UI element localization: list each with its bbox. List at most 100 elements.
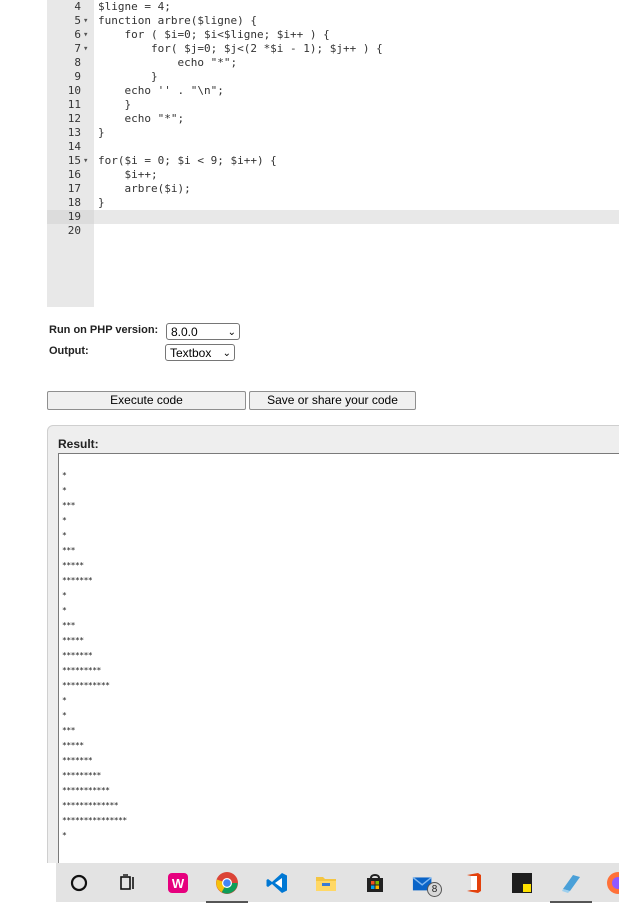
- code-line: 10 echo '' . "\n";: [47, 84, 619, 98]
- result-panel: Result: * * *** * * *** ***** ******* * * *** *****…: [47, 425, 619, 875]
- wampserver-icon[interactable]: W: [166, 871, 190, 895]
- code-line: 15 ▾ for($i = 0; $i < 9; $i++) {: [47, 154, 619, 168]
- output-line: *******: [62, 651, 93, 660]
- code-text: for ( $i=0; $i<$ligne; $i++ ) {: [98, 28, 330, 41]
- code-line: 19: [47, 210, 619, 224]
- output-line: ***: [62, 621, 75, 630]
- line-number: 20: [67, 224, 81, 237]
- output-line: *: [62, 831, 67, 840]
- code-line: 7 ▾ for( $j=0; $j<(2 *$i - 1); $j++ ) {: [47, 42, 619, 56]
- output-line: *****: [62, 741, 84, 750]
- result-title: Result:: [58, 437, 99, 451]
- output-line: *****: [62, 561, 84, 570]
- active-line-highlight: [94, 210, 619, 224]
- line-number: 13: [67, 126, 81, 139]
- fold-toggle-icon[interactable]: ▾: [83, 14, 93, 28]
- code-text: }: [98, 126, 105, 139]
- output-line: *: [62, 591, 67, 600]
- code-text: }: [98, 196, 105, 209]
- mail-badge-count: 8: [427, 882, 442, 897]
- output-line: *: [62, 711, 67, 720]
- sticky-notes-icon[interactable]: [510, 871, 534, 895]
- taskbar-search-area[interactable]: [0, 863, 56, 902]
- code-text: function arbre($ligne) {: [98, 14, 257, 27]
- line-number: 15: [67, 154, 81, 167]
- code-editor[interactable]: 4 $ligne = 4; 5 ▾ function arbre($ligne) {6 ▾…: [47, 0, 619, 307]
- output-line: *: [62, 516, 67, 525]
- line-number: 5: [74, 14, 81, 27]
- firefox-icon[interactable]: [606, 871, 619, 895]
- code-text: }: [98, 98, 132, 111]
- output-line: *: [62, 486, 67, 495]
- code-text: for( $j=0; $j<(2 *$i - 1); $j++ ) {: [98, 42, 383, 55]
- line-number: 12: [67, 112, 81, 125]
- output-line: ***: [62, 501, 75, 510]
- code-line: 5 ▾ function arbre($ligne) {: [47, 14, 619, 28]
- output-line: *****: [62, 636, 84, 645]
- output-line: ***************: [62, 816, 127, 825]
- output-line: *********: [62, 771, 101, 780]
- line-number: 6: [74, 28, 81, 41]
- code-line: 16 $i++;: [47, 168, 619, 182]
- output-line: *: [62, 696, 67, 705]
- output-line: *********: [62, 666, 101, 675]
- code-text: echo "*";: [98, 56, 238, 69]
- fold-toggle-icon[interactable]: ▾: [83, 42, 93, 56]
- office-icon[interactable]: [461, 871, 485, 895]
- code-text: echo "*";: [98, 112, 185, 125]
- output-line: ***: [62, 546, 75, 555]
- chevron-down-icon: ⌄: [222, 348, 231, 359]
- output-textbox[interactable]: * * *** * * *** ***** ******* * * *** ***** ******* *…: [58, 453, 619, 873]
- code-text: $ligne = 4;: [98, 0, 171, 13]
- line-number: 17: [67, 182, 81, 195]
- output-line: ***********: [62, 786, 110, 795]
- code-line: 20: [47, 224, 619, 238]
- line-number: 18: [67, 196, 81, 209]
- notepad-icon[interactable]: [559, 871, 583, 895]
- vscode-icon[interactable]: [265, 871, 289, 895]
- output-line: *************: [62, 801, 119, 810]
- php-version-select[interactable]: 8.0.0 ⌄: [166, 323, 240, 340]
- store-icon[interactable]: [363, 871, 387, 895]
- code-line: 18}: [47, 196, 619, 210]
- code-text: $i++;: [98, 168, 158, 181]
- line-number: 8: [74, 56, 81, 69]
- output-line: *: [62, 471, 67, 480]
- code-line: 6 ▾ for ( $i=0; $i<$ligne; $i++ ) {: [47, 28, 619, 42]
- line-number: 19: [67, 210, 81, 223]
- chevron-down-icon: ⌄: [227, 327, 236, 338]
- task-view-icon[interactable]: [116, 871, 140, 895]
- code-line: 13}: [47, 126, 619, 140]
- fold-toggle-icon[interactable]: ▾: [83, 154, 93, 168]
- line-number: 11: [67, 98, 81, 111]
- chrome-icon[interactable]: [215, 871, 239, 895]
- cortana-icon[interactable]: [67, 871, 91, 895]
- code-line: 9 }: [47, 70, 619, 84]
- code-line: 14: [47, 140, 619, 154]
- svg-text:W: W: [172, 876, 185, 891]
- code-line: 12 echo "*";: [47, 112, 619, 126]
- code-text: arbre($i);: [98, 182, 191, 195]
- code-line: 17 arbre($i);: [47, 182, 619, 196]
- line-number: 9: [74, 70, 81, 83]
- execute-code-button[interactable]: Execute code: [47, 391, 246, 410]
- line-number: 16: [67, 168, 81, 181]
- taskbar: W 8: [0, 863, 619, 903]
- output-line: *******: [62, 756, 93, 765]
- code-text: }: [98, 70, 158, 83]
- output-line: *: [62, 606, 67, 615]
- code-text: echo '' . "\n";: [98, 84, 224, 97]
- output-line: *******: [62, 576, 93, 585]
- code-line: 4 $ligne = 4;: [47, 0, 619, 14]
- output-line: ***********: [62, 681, 110, 690]
- save-share-button[interactable]: Save or share your code: [249, 391, 416, 410]
- output-mode-select[interactable]: Textbox ⌄: [165, 344, 235, 361]
- code-line: 11 }: [47, 98, 619, 112]
- code-text: for($i = 0; $i < 9; $i++) {: [98, 154, 277, 167]
- fold-toggle-icon[interactable]: ▾: [83, 28, 93, 42]
- line-number: 10: [67, 84, 81, 97]
- code-line: 8 echo "*";: [47, 56, 619, 70]
- line-number: 14: [67, 140, 81, 153]
- file-explorer-icon[interactable]: [314, 871, 338, 895]
- output-line: *: [62, 531, 67, 540]
